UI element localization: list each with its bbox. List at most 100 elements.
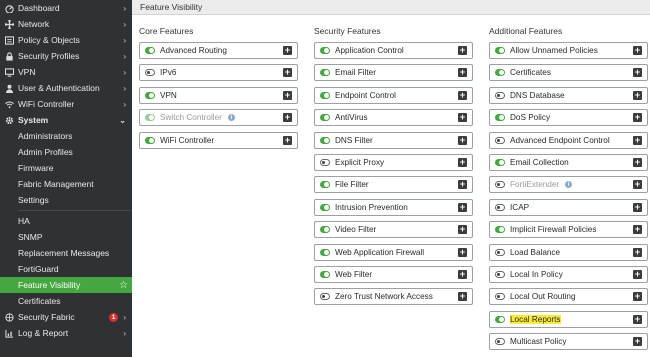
nav-ha[interactable]: HA	[0, 213, 132, 229]
feature-row: Advanced Endpoint Control +	[489, 131, 648, 149]
nav-fortiguard[interactable]: FortiGuard	[0, 261, 132, 277]
expand-plus-icon[interactable]: +	[633, 180, 642, 190]
feature-toggle[interactable]	[495, 270, 505, 278]
expand-plus-icon[interactable]: +	[458, 269, 467, 279]
feature-toggle[interactable]	[495, 91, 505, 99]
expand-plus-icon[interactable]: +	[458, 157, 467, 167]
feature-label: Load Balance	[510, 247, 561, 257]
expand-plus-icon[interactable]: +	[458, 135, 467, 145]
nav-replacement-messages[interactable]: Replacement Messages	[0, 245, 132, 261]
feature-toggle[interactable]	[320, 293, 330, 301]
expand-plus-icon[interactable]: +	[633, 269, 642, 279]
expand-plus-icon[interactable]: +	[458, 46, 467, 55]
feature-toggle[interactable]	[495, 248, 505, 256]
feature-toggle[interactable]	[145, 91, 155, 99]
expand-plus-icon[interactable]: +	[283, 90, 292, 100]
feature-toggle[interactable]	[495, 338, 505, 346]
expand-plus-icon[interactable]: +	[633, 247, 642, 257]
nav-fabric-management[interactable]: Fabric Management	[0, 176, 132, 192]
feature-toggle[interactable]	[320, 203, 330, 211]
feature-row: Allow Unnamed Policies +	[489, 42, 648, 59]
expand-plus-icon[interactable]: +	[458, 202, 467, 212]
chevron-right-icon: ›	[123, 3, 126, 13]
expand-plus-icon[interactable]: +	[633, 202, 642, 212]
feature-toggle[interactable]	[320, 47, 330, 54]
expand-plus-icon[interactable]: +	[633, 225, 642, 235]
feature-row: AntiVirus +	[314, 109, 473, 127]
feature-toggle[interactable]	[320, 114, 330, 122]
expand-plus-icon[interactable]: +	[633, 337, 642, 347]
nav-policy-objects[interactable]: Policy & Objects ›	[0, 32, 132, 48]
expand-plus-icon[interactable]: +	[283, 113, 292, 123]
expand-plus-icon[interactable]: +	[458, 68, 467, 78]
nav-wifi-controller[interactable]: WiFi Controller ›	[0, 96, 132, 112]
expand-plus-icon[interactable]: +	[633, 292, 642, 302]
expand-plus-icon[interactable]: +	[458, 292, 467, 302]
feature-toggle	[145, 114, 155, 122]
nav-snmp[interactable]: SNMP	[0, 229, 132, 245]
nav-feature-visibility[interactable]: Feature Visibility ☆	[0, 277, 132, 293]
feature-label: Local Out Routing	[510, 292, 576, 302]
feature-toggle[interactable]	[320, 69, 330, 77]
feature-toggle[interactable]	[320, 136, 330, 144]
feature-toggle[interactable]	[145, 47, 155, 54]
nav-log-report[interactable]: Log & Report ›	[0, 325, 132, 341]
nav-admin-profiles[interactable]: Admin Profiles	[0, 144, 132, 160]
nav-security-profiles[interactable]: Security Profiles ›	[0, 48, 132, 64]
info-icon[interactable]: i	[227, 114, 235, 122]
feature-toggle[interactable]	[495, 203, 505, 211]
nav-user-auth[interactable]: User & Authentication ›	[0, 80, 132, 96]
expand-plus-icon[interactable]: +	[633, 314, 642, 324]
expand-plus-icon[interactable]: +	[633, 46, 642, 55]
info-icon[interactable]: i	[565, 181, 573, 189]
feature-toggle	[495, 181, 505, 189]
expand-plus-icon[interactable]: +	[633, 135, 642, 145]
feature-toggle[interactable]	[145, 136, 155, 144]
nav-network[interactable]: Network ›	[0, 16, 132, 32]
nav-settings[interactable]: Settings	[0, 192, 132, 208]
expand-plus-icon[interactable]: +	[458, 113, 467, 123]
nav-label: Dashboard	[18, 3, 60, 13]
star-icon[interactable]: ☆	[119, 277, 128, 293]
expand-plus-icon[interactable]: +	[283, 68, 292, 78]
nav-certificates[interactable]: Certificates	[0, 293, 132, 309]
expand-plus-icon[interactable]: +	[633, 68, 642, 78]
nav-firmware[interactable]: Firmware	[0, 160, 132, 176]
nav-dashboard[interactable]: Dashboard ›	[0, 0, 132, 16]
feature-toggle[interactable]	[320, 181, 330, 189]
nav-vpn[interactable]: VPN ›	[0, 64, 132, 80]
feature-toggle[interactable]	[320, 158, 330, 166]
feature-toggle[interactable]	[145, 69, 155, 77]
expand-plus-icon[interactable]: +	[633, 113, 642, 123]
feature-toggle[interactable]	[495, 315, 505, 323]
feature-row: Local Reports +	[489, 310, 648, 328]
feature-toggle[interactable]	[320, 270, 330, 278]
expand-plus-icon[interactable]: +	[633, 157, 642, 167]
feature-toggle[interactable]	[495, 136, 505, 144]
feature-toggle[interactable]	[495, 47, 505, 54]
nav-administrators[interactable]: Administrators	[0, 128, 132, 144]
feature-row: WiFi Controller +	[139, 131, 298, 149]
feature-label: Allow Unnamed Policies	[510, 46, 598, 55]
feature-toggle[interactable]	[495, 114, 505, 122]
nav-label: Administrators	[18, 131, 73, 141]
feature-row: Web Filter +	[314, 265, 473, 283]
feature-toggle[interactable]	[320, 91, 330, 99]
expand-plus-icon[interactable]: +	[458, 180, 467, 190]
expand-plus-icon[interactable]: +	[283, 135, 292, 145]
expand-plus-icon[interactable]: +	[458, 90, 467, 100]
feature-toggle[interactable]	[320, 248, 330, 256]
feature-toggle[interactable]	[320, 226, 330, 234]
feature-toggle[interactable]	[495, 226, 505, 234]
feature-toggle[interactable]	[495, 158, 505, 166]
expand-plus-icon[interactable]: +	[458, 225, 467, 235]
nav-security-fabric[interactable]: Security Fabric 1 ›	[0, 309, 132, 325]
nav-system[interactable]: System ⌄	[0, 112, 132, 128]
nav-label: HA	[18, 216, 30, 226]
feature-toggle[interactable]	[495, 293, 505, 301]
feature-toggle[interactable]	[495, 69, 505, 77]
expand-plus-icon[interactable]: +	[633, 90, 642, 100]
expand-plus-icon[interactable]: +	[458, 247, 467, 257]
expand-plus-icon[interactable]: +	[283, 46, 292, 55]
feature-row: File Filter +	[314, 176, 473, 194]
